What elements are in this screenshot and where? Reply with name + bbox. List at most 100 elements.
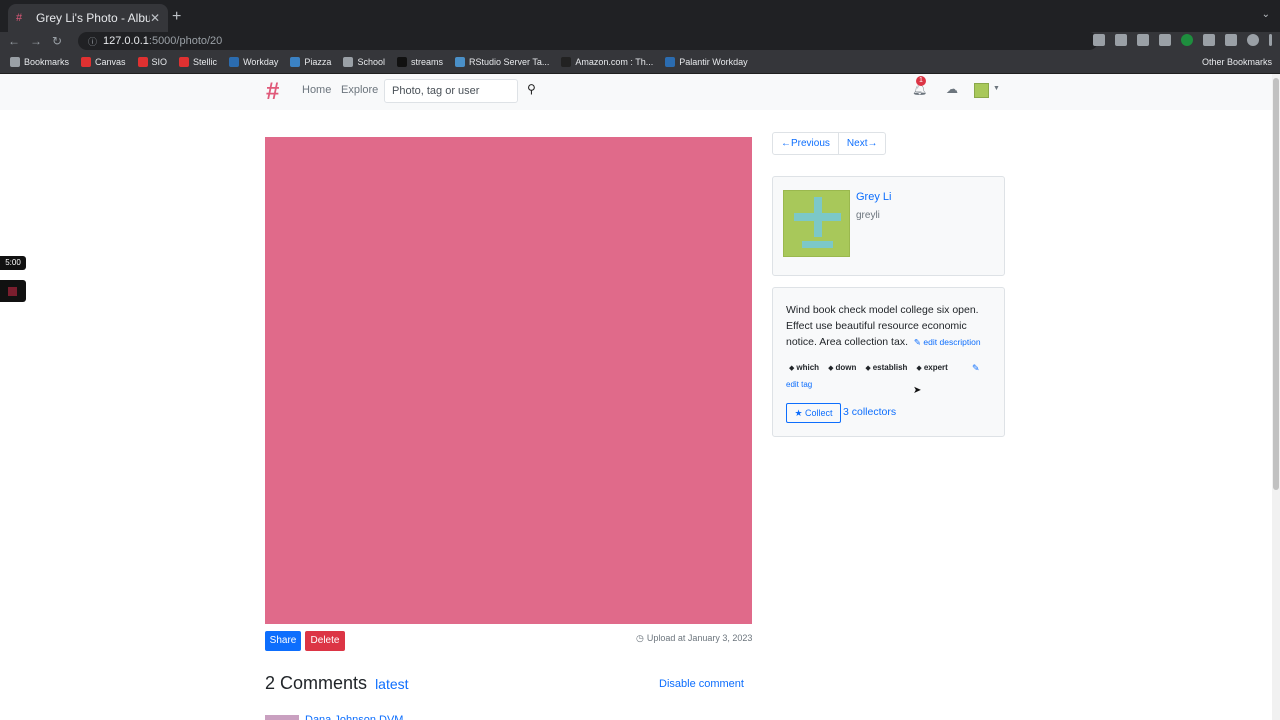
profile-avatar-icon[interactable] bbox=[1247, 34, 1259, 46]
search-input[interactable] bbox=[384, 79, 518, 103]
photo-image bbox=[265, 137, 752, 624]
tab-title: Grey Li's Photo - Albumy bbox=[36, 11, 150, 25]
tag-icon: ◆ bbox=[865, 365, 871, 372]
collect-label: Collect bbox=[805, 408, 833, 418]
bookmark-item[interactable]: RStudio Server Ta... bbox=[454, 56, 550, 67]
collectors-link[interactable]: 3 collectors bbox=[843, 406, 896, 418]
albumy-logo-icon[interactable]: # bbox=[266, 80, 279, 104]
amazon-icon bbox=[561, 56, 572, 67]
edit-description-link[interactable]: ✎ edit description bbox=[914, 337, 981, 347]
address-bar[interactable]: ⓘ 127.0.0.1 :5000/photo/20 bbox=[78, 32, 1098, 50]
star-icon bbox=[10, 56, 20, 67]
tag-label: expert bbox=[923, 363, 948, 372]
bookmark-item[interactable]: Amazon.com : Th... bbox=[561, 56, 653, 67]
extension-icon[interactable] bbox=[1159, 34, 1171, 46]
forward-icon[interactable]: → bbox=[30, 32, 42, 50]
author-handle: greyli bbox=[856, 210, 880, 221]
bookmark-label: Workday bbox=[243, 56, 279, 67]
comments-sort-link[interactable]: latest bbox=[375, 676, 408, 692]
streams-icon bbox=[396, 56, 407, 67]
bookmark-label: Canvas bbox=[95, 56, 126, 67]
disable-comment-link[interactable]: Disable comment bbox=[659, 678, 744, 690]
upload-date: ◷ Upload at January 3, 2023 bbox=[636, 633, 752, 644]
share-page-icon[interactable] bbox=[1093, 34, 1105, 46]
extension-icon[interactable] bbox=[1137, 34, 1149, 46]
bookmark-label: Stellic bbox=[193, 56, 218, 67]
notification-badge: 1 bbox=[916, 76, 926, 86]
mouse-cursor-icon: ➤ bbox=[913, 385, 922, 396]
comment-avatar[interactable] bbox=[265, 715, 299, 720]
collect-button[interactable]: ★ Collect bbox=[786, 403, 841, 423]
bookmark-label: streams bbox=[410, 56, 443, 67]
stellic-icon bbox=[179, 56, 190, 67]
tag-link[interactable]: ◆ which bbox=[789, 363, 819, 372]
side-panel-icon[interactable] bbox=[1225, 34, 1237, 46]
browser-toolbar: ← → ↻ ⓘ 127.0.0.1 :5000/photo/20 bbox=[0, 32, 1280, 50]
bookmark-label: Palantir Workday bbox=[679, 56, 748, 67]
tab-close-icon[interactable]: ✕ bbox=[150, 11, 160, 25]
bookmark-item[interactable]: Palantir Workday bbox=[665, 56, 748, 67]
user-avatar[interactable] bbox=[974, 83, 989, 98]
bookmark-item[interactable]: SIO bbox=[137, 56, 168, 67]
new-tab-button[interactable]: + bbox=[172, 8, 181, 26]
tag-list: ◆ which ◆ down ◆ establish ◆ expert bbox=[789, 363, 948, 372]
folder-icon bbox=[343, 56, 354, 67]
extensions-puzzle-icon[interactable] bbox=[1203, 34, 1215, 46]
upload-date-text: Upload at January 3, 2023 bbox=[646, 633, 753, 643]
info-icon[interactable]: ⓘ bbox=[88, 35, 97, 48]
nav-explore-link[interactable]: Explore bbox=[341, 84, 378, 96]
browser-tab-bar: # Grey Li's Photo - Albumy ✕ + ⌄ bbox=[0, 0, 1280, 32]
tab-search-icon[interactable]: ⌄ bbox=[1262, 9, 1270, 20]
extension-icon[interactable] bbox=[1181, 34, 1193, 46]
tag-label: down bbox=[835, 363, 857, 372]
bookmark-label: SIO bbox=[151, 56, 168, 67]
share-button[interactable]: Share bbox=[265, 631, 301, 651]
bookmark-star-icon[interactable] bbox=[1115, 34, 1127, 46]
workday-icon bbox=[229, 56, 240, 67]
back-icon[interactable]: ← bbox=[8, 32, 20, 50]
edit-tag-link[interactable]: edit tag bbox=[786, 380, 812, 389]
browser-tab[interactable]: # Grey Li's Photo - Albumy ✕ bbox=[8, 4, 168, 32]
tag-link[interactable]: ◆ expert bbox=[916, 363, 947, 372]
edit-description-label: edit description bbox=[923, 337, 981, 347]
search-icon[interactable]: ⚲ bbox=[527, 82, 536, 96]
url-host: 127.0.0.1 bbox=[103, 35, 149, 47]
browser-nav-buttons: ← → ↻ bbox=[8, 32, 62, 50]
tag-link[interactable]: ◆ establish bbox=[865, 363, 907, 372]
next-photo-link[interactable]: Next→ bbox=[837, 133, 886, 154]
upload-cloud-icon[interactable]: ☁ bbox=[946, 82, 958, 96]
bookmark-item[interactable]: Piazza bbox=[290, 56, 331, 67]
author-name-link[interactable]: Grey Li bbox=[856, 191, 891, 203]
pencil-icon: ✎ bbox=[913, 337, 922, 347]
bookmark-item[interactable]: School bbox=[343, 56, 385, 67]
workday-icon bbox=[665, 56, 676, 67]
comment-author-link[interactable]: Dana Johnson DVM bbox=[305, 713, 403, 720]
tag-icon: ◆ bbox=[828, 365, 834, 372]
reload-icon[interactable]: ↻ bbox=[52, 32, 62, 50]
bookmark-item[interactable]: streams bbox=[396, 56, 443, 67]
bookmark-item[interactable]: Canvas bbox=[81, 56, 126, 67]
stop-recording-button[interactable] bbox=[0, 280, 26, 302]
other-bookmarks[interactable]: Other Bookmarks bbox=[1202, 57, 1272, 67]
chevron-down-icon[interactable]: ▼ bbox=[993, 85, 1000, 92]
canvas-icon bbox=[81, 56, 92, 67]
tag-link[interactable]: ◆ down bbox=[828, 363, 856, 372]
bookmark-item[interactable]: Bookmarks bbox=[10, 56, 69, 67]
author-avatar[interactable] bbox=[783, 190, 850, 257]
description-card: Wind book check model college six open. … bbox=[772, 287, 1005, 437]
extension-icons bbox=[1093, 34, 1272, 46]
nav-home-link[interactable]: Home bbox=[302, 84, 331, 96]
bookmark-item[interactable]: Stellic bbox=[179, 56, 218, 67]
site-navbar: # Home Explore ⚲ 🔔︎ 1 ☁ ▼ bbox=[0, 74, 1272, 110]
browser-menu-icon[interactable] bbox=[1269, 34, 1272, 46]
tag-label: establish bbox=[872, 363, 908, 372]
previous-photo-link[interactable]: ←Previous bbox=[773, 133, 838, 154]
stop-icon bbox=[8, 287, 17, 296]
delete-button[interactable]: Delete bbox=[305, 631, 345, 651]
pencil-icon[interactable]: ✎ bbox=[972, 363, 980, 374]
clock-icon: ◷ bbox=[636, 633, 644, 643]
tag-icon: ◆ bbox=[789, 365, 795, 372]
scrollbar-thumb[interactable] bbox=[1273, 78, 1279, 490]
bookmark-label: RStudio Server Ta... bbox=[468, 56, 550, 67]
bookmark-item[interactable]: Workday bbox=[229, 56, 279, 67]
